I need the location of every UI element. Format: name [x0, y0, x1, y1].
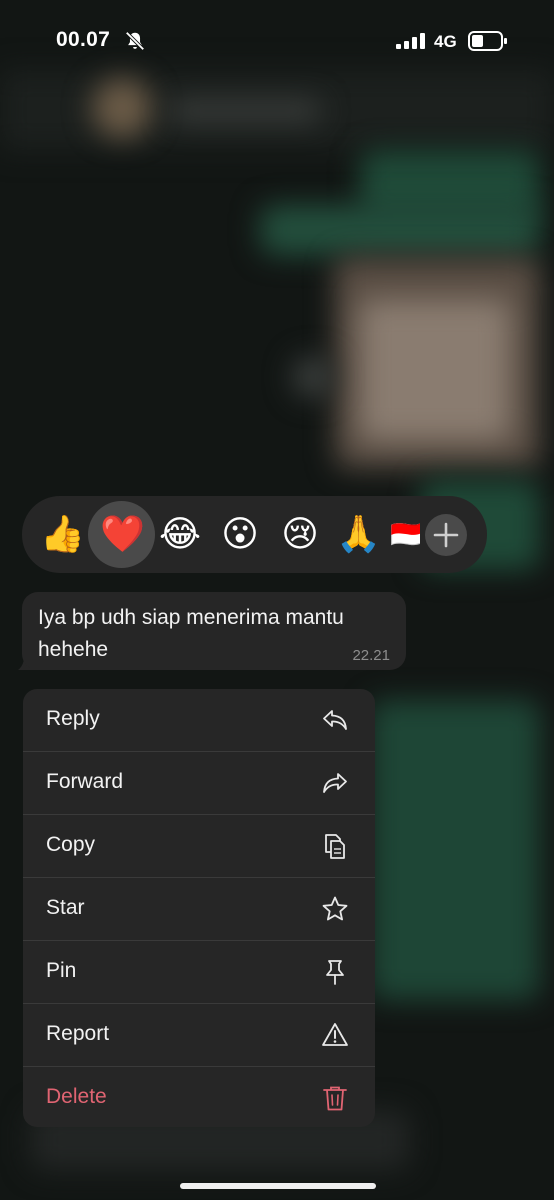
menu-item-label: Pin — [46, 959, 77, 982]
menu-item-label: Report — [46, 1022, 110, 1045]
trash-icon — [323, 1086, 347, 1111]
menu-item-forward[interactable]: Forward — [23, 752, 375, 815]
reaction-thumbs-up[interactable]: 👍 — [40, 512, 85, 556]
reaction-indonesia-flag[interactable]: 🇮🇩 — [390, 512, 420, 556]
status-bar: 00.07 4G — [0, 0, 554, 80]
reaction-folded-hands[interactable]: 🙏 — [336, 512, 381, 556]
menu-item-label: Forward — [46, 770, 124, 793]
message-context-menu: Reply Forward Copy Star Pin Report Delet… — [23, 689, 375, 1127]
menu-item-label: Star — [46, 896, 85, 919]
bell-slash-icon — [125, 31, 145, 51]
menu-item-reply[interactable]: Reply — [23, 689, 375, 752]
reaction-surprised[interactable]: 😮 — [218, 512, 262, 556]
reply-icon — [323, 710, 347, 730]
copy-icon — [325, 834, 345, 859]
message-bubble[interactable]: Iya bp udh siap menerima mantu hehehe 22… — [22, 592, 406, 670]
reaction-bar: 👍 ❤️ 😂 😮 😢 🙏 🇮🇩 — [22, 496, 487, 573]
menu-item-pin[interactable]: Pin — [23, 941, 375, 1004]
network-type: 4G — [434, 32, 457, 51]
message-timestamp: 22.21 — [352, 647, 390, 664]
more-reactions-button[interactable] — [425, 514, 467, 556]
menu-item-delete[interactable]: Delete — [23, 1067, 375, 1127]
menu-item-label: Reply — [46, 707, 100, 730]
message-text: Iya bp udh siap menerima mantu hehehe — [38, 606, 344, 661]
home-indicator[interactable] — [180, 1183, 376, 1189]
menu-item-label: Delete — [46, 1085, 107, 1108]
reaction-tears-of-joy[interactable]: 😂 — [158, 512, 202, 556]
pin-icon — [326, 960, 344, 985]
battery-icon — [468, 31, 507, 51]
menu-item-copy[interactable]: Copy — [23, 815, 375, 878]
star-icon — [322, 896, 348, 921]
reaction-crying[interactable]: 😢 — [278, 512, 322, 556]
warning-icon — [322, 1023, 348, 1046]
menu-item-label: Copy — [46, 833, 96, 856]
menu-item-report[interactable]: Report — [23, 1004, 375, 1067]
menu-item-star[interactable]: Star — [23, 878, 375, 941]
signal-icon — [396, 33, 425, 49]
status-time: 00.07 — [56, 28, 111, 51]
reaction-red-heart[interactable]: ❤️ — [100, 512, 145, 556]
forward-icon — [323, 773, 347, 793]
plus-icon — [433, 522, 459, 548]
